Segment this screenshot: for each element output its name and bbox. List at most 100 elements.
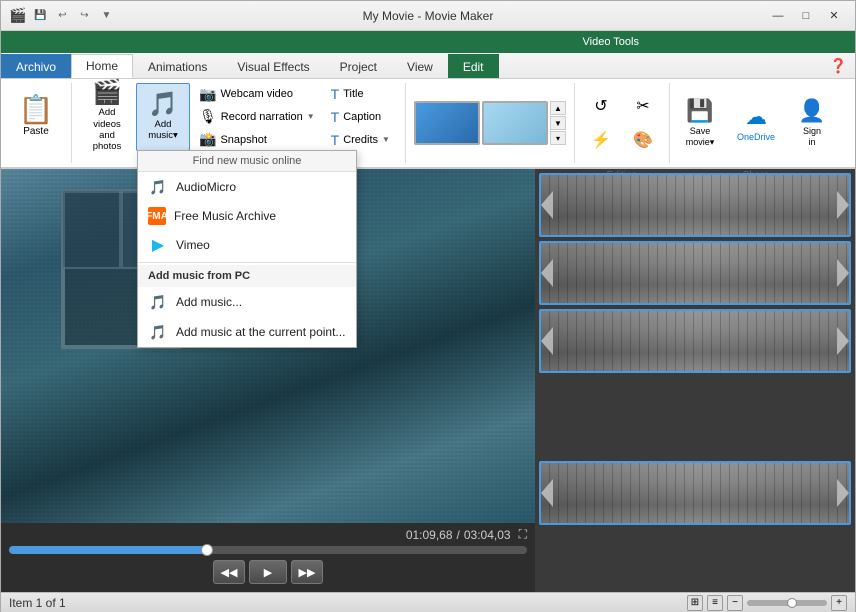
playback-controls: ◀◀ ▶ ▶▶ xyxy=(5,560,531,588)
caption-icon: T xyxy=(331,109,340,125)
editing-btn-4[interactable]: 🎨 xyxy=(623,124,663,156)
audiomicro-icon: 🎵 xyxy=(148,177,168,197)
progress-fill xyxy=(9,546,206,554)
rotate-right-icon: ✂ xyxy=(636,96,649,116)
caption-btn[interactable]: T Caption xyxy=(324,106,397,128)
theme-thumb-1[interactable] xyxy=(414,101,480,145)
dropdown-item-add-music[interactable]: 🎵 Add music... xyxy=(138,287,356,317)
zoom-slider[interactable] xyxy=(747,600,827,606)
main-content: 01:09,68 / 03:04,03 ⛶ ◀◀ ▶ ▶▶ xyxy=(1,169,855,592)
add-music-point-icon: 🎵 xyxy=(148,322,168,342)
dropdown-header-pc: Add music from PC xyxy=(138,265,356,287)
tab-home[interactable]: Home xyxy=(71,54,133,78)
quick-access-toolbar: 💾 ↩ ↪ ▼ xyxy=(30,6,116,26)
narration-arrow: ▼ xyxy=(307,112,315,121)
free-music-icon: FMA xyxy=(148,207,166,225)
dropdown-item-free-music[interactable]: FMA Free Music Archive xyxy=(138,202,356,230)
ribbon-group-add-videos: 🎬 Add videosand photos 🎵 Addmusic▾ Find … xyxy=(72,83,406,163)
tab-archivo[interactable]: Archivo xyxy=(1,54,71,78)
dropdown-item-audiomicro[interactable]: 🎵 AudioMicro xyxy=(138,172,356,202)
fullscreen-btn[interactable]: ⛶ xyxy=(519,527,527,542)
ribbon-tabs: Archivo Home Animations Visual Effects P… xyxy=(1,53,855,79)
credits-btn[interactable]: T Credits ▼ xyxy=(324,129,397,151)
save-movie-button[interactable]: 💾 Savemovie▾ xyxy=(674,89,726,157)
time-separator: / xyxy=(457,528,460,542)
ribbon-group-editing: ↺ ✂ ⚡ 🎨 Editing xyxy=(575,83,670,163)
tab-view[interactable]: View xyxy=(392,54,448,78)
clip-arrow-right-2 xyxy=(837,259,849,287)
status-bar: Item 1 of 1 ⊞ ≡ − + xyxy=(1,592,855,612)
sign-in-icon: 👤 xyxy=(798,98,825,124)
ribbon-right-col: 📷 Webcam video 🎙 Record narration ▼ 📸 Sn… xyxy=(192,83,322,151)
theme-thumb-2[interactable] xyxy=(482,101,548,145)
zoom-handle[interactable] xyxy=(787,598,797,608)
onedrive-icon: ☁ xyxy=(745,104,767,130)
dropdown-header-online: Find new music online xyxy=(138,151,356,172)
app-icon: 🎬 xyxy=(9,7,26,24)
save-quick-btn[interactable]: 💾 xyxy=(30,6,50,26)
play-btn[interactable]: ▶ xyxy=(249,560,287,584)
view-toggle-2[interactable]: ≡ xyxy=(707,595,723,611)
snapshot-icon: 📸 xyxy=(199,131,216,148)
progress-handle[interactable] xyxy=(201,544,213,556)
paste-button[interactable]: 📋 Paste xyxy=(9,83,63,151)
clip-arrow-left-3 xyxy=(541,327,553,355)
close-btn[interactable]: ✕ xyxy=(821,6,847,26)
dropdown-item-vimeo[interactable]: ▶ Vimeo xyxy=(138,230,356,260)
add-music-button[interactable]: 🎵 Addmusic▾ Find new music online 🎵 Audi… xyxy=(136,83,190,151)
tab-visual-effects[interactable]: Visual Effects xyxy=(222,54,324,78)
credits-arrow: ▼ xyxy=(382,135,390,144)
sign-in-button[interactable]: 👤 Signin xyxy=(786,89,838,157)
prev-btn[interactable]: ◀◀ xyxy=(213,560,245,584)
clip-arrow-right-1 xyxy=(837,191,849,219)
tab-project[interactable]: Project xyxy=(325,54,392,78)
video-controls: 01:09,68 / 03:04,03 ⛶ ◀◀ ▶ ▶▶ xyxy=(1,523,535,592)
tab-edit[interactable]: Edit xyxy=(448,54,499,78)
zoom-out-btn[interactable]: − xyxy=(727,595,743,611)
narration-btn[interactable]: 🎙 Record narration ▼ xyxy=(192,106,322,128)
time-total: 03:04,03 xyxy=(464,528,511,542)
undo-btn[interactable]: ↩ xyxy=(52,6,72,26)
minimize-btn[interactable]: — xyxy=(765,6,791,26)
clip-arrow-left-1 xyxy=(541,191,553,219)
themes-arrow-down[interactable]: ▼ xyxy=(550,116,566,130)
qa-dropdown-btn[interactable]: ▼ xyxy=(96,6,116,26)
onedrive-button[interactable]: ☁ OneDrive xyxy=(730,89,782,157)
clip-4[interactable] xyxy=(539,461,851,525)
window-controls: — □ ✕ xyxy=(765,6,847,26)
webcam-btn[interactable]: 📷 Webcam video xyxy=(192,83,322,105)
next-btn[interactable]: ▶▶ xyxy=(291,560,323,584)
help-icon[interactable]: ❓ xyxy=(830,57,847,74)
title-bar-left: 🎬 💾 ↩ ↪ ▼ xyxy=(9,6,116,26)
window-title: My Movie - Movie Maker xyxy=(363,9,494,23)
view-toggle-1[interactable]: ⊞ xyxy=(687,595,703,611)
tab-animations[interactable]: Animations xyxy=(133,54,222,78)
video-tools-bar: Video Tools xyxy=(1,31,855,53)
status-text: Item 1 of 1 xyxy=(9,596,66,610)
title-btn[interactable]: T Title xyxy=(324,83,397,105)
clip-2[interactable] xyxy=(539,241,851,305)
clip-arrow-left-4 xyxy=(541,479,553,507)
editing-btn-1[interactable]: ↺ xyxy=(581,90,621,122)
add-music-dropdown: Find new music online 🎵 AudioMicro FMA F… xyxy=(137,150,357,348)
ribbon-group-clipboard: 📋 Paste Clipboard xyxy=(1,83,72,163)
editing-btn-2[interactable]: ✂ xyxy=(623,90,663,122)
timeline xyxy=(535,169,855,592)
editing-btn-3[interactable]: ⚡ xyxy=(581,124,621,156)
themes-arrow-up[interactable]: ▲ xyxy=(550,101,566,115)
clip-spacer xyxy=(539,377,851,457)
snapshot-btn[interactable]: 📸 Snapshot xyxy=(192,129,322,151)
status-right: ⊞ ≡ − + xyxy=(687,595,847,611)
maximize-btn[interactable]: □ xyxy=(793,6,819,26)
effects-icon: 🎨 xyxy=(633,130,653,150)
clip-3[interactable] xyxy=(539,309,851,373)
progress-bar[interactable] xyxy=(9,546,527,554)
add-videos-button[interactable]: 🎬 Add videosand photos xyxy=(80,83,134,151)
zoom-in-btn[interactable]: + xyxy=(831,595,847,611)
themes-arrow-more[interactable]: ▾ xyxy=(550,131,566,145)
clip-1[interactable] xyxy=(539,173,851,237)
redo-btn[interactable]: ↪ xyxy=(74,6,94,26)
dropdown-item-add-music-point[interactable]: 🎵 Add music at the current point... xyxy=(138,317,356,347)
title-bar: 🎬 💾 ↩ ↪ ▼ My Movie - Movie Maker — □ ✕ xyxy=(1,1,855,31)
time-current: 01:09,68 xyxy=(406,528,453,542)
